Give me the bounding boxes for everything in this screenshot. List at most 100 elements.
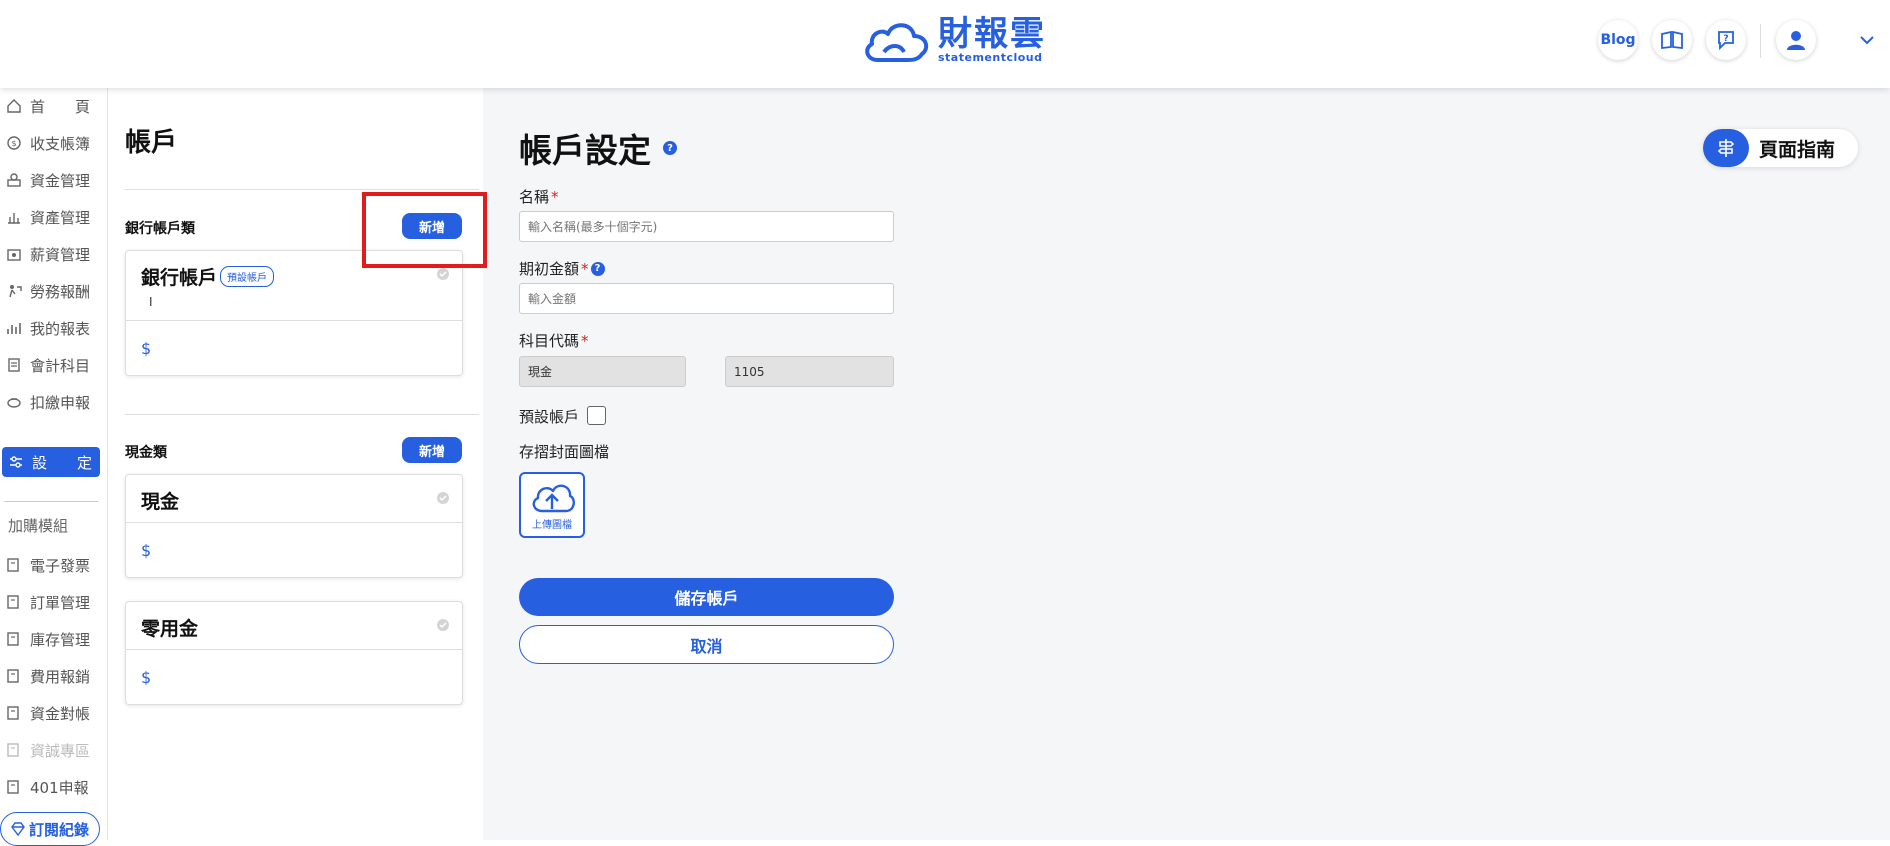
account-icon (0, 357, 22, 373)
subject-code-label: 科目代碼 * (519, 330, 589, 351)
sidebar-item-label: 費用報銷 (30, 667, 91, 686)
divider (125, 189, 479, 190)
sidebar-item-401[interactable]: 401申報 (0, 772, 100, 802)
header-divider (1760, 24, 1761, 58)
chevron-down-icon[interactable] (1857, 30, 1877, 50)
svg-text:$: $ (11, 139, 16, 148)
name-input[interactable] (519, 211, 894, 242)
module-icon (0, 594, 22, 610)
support-button[interactable]: ? (1706, 20, 1746, 60)
opening-balance-input[interactable] (519, 283, 894, 314)
sidebar-item-label: 我的報表 (30, 319, 91, 338)
account-name: 現金 (141, 491, 180, 513)
default-badge: 預設帳戶 (220, 266, 274, 287)
sidebar-item-label: 401申報 (30, 778, 89, 797)
module-icon (0, 631, 22, 647)
sidebar-item-label: 資金對帳 (30, 704, 91, 723)
sidebar-item-assets[interactable]: 資產管理 (0, 202, 100, 232)
book-icon (1661, 31, 1683, 49)
subject-code-field: 1105 (725, 356, 894, 387)
sidebar-item-labor[interactable]: 勞務報酬 (0, 276, 100, 306)
account-card-petty-cash[interactable]: 零用金 $ (125, 601, 463, 705)
name-label-text: 名稱 (519, 188, 550, 206)
sidebar-item-funds[interactable]: 資金管理 (0, 165, 100, 195)
sidebar-item-ledger[interactable]: $ 收支帳簿 (0, 128, 100, 158)
sidebar-item-label: 設 定 (32, 453, 93, 472)
sidebar-item-label: 薪資管理 (30, 245, 91, 264)
logo-main-text: 財報雲 (938, 14, 1046, 54)
module-icon (0, 742, 22, 758)
page-guide-button[interactable]: 頁面指南 (1703, 129, 1858, 167)
upload-image-button[interactable]: 上傳圖檔 (519, 472, 585, 538)
diamond-icon (11, 822, 25, 836)
account-card-cash[interactable]: 現金 $ (125, 474, 463, 578)
sidebar-item-label: 訂單管理 (30, 593, 91, 612)
sidebar-item-label: 勞務報酬 (30, 282, 91, 301)
module-icon (0, 668, 22, 684)
add-cash-account-button[interactable]: 新增 (402, 437, 462, 463)
cloud-logo-icon (865, 23, 929, 62)
subject-code-label-text: 科目代碼 (519, 332, 580, 350)
account-name: 銀行帳戶 (141, 267, 218, 289)
sidebar-item-label: 扣繳申報 (30, 393, 91, 412)
opening-balance-label-text: 期初金額 (519, 260, 580, 278)
subscription-label: 訂閱紀錄 (28, 820, 89, 839)
sidebar-item-label: 庫存管理 (30, 630, 91, 649)
addon-section-title: 加購模組 (8, 517, 69, 535)
account-name: 零用金 (141, 618, 199, 640)
sidebar-item-expense[interactable]: 費用報銷 (0, 661, 100, 691)
sidebar-item-orders[interactable]: 訂單管理 (0, 587, 100, 617)
user-icon (1787, 31, 1805, 50)
page-title-text: 帳戶設定 (519, 131, 651, 170)
save-account-button[interactable]: 儲存帳戶 (519, 578, 894, 616)
salary-icon (0, 246, 22, 262)
asset-icon (0, 209, 22, 225)
required-mark: * (581, 259, 589, 278)
subject-name-field: 現金 (519, 356, 686, 387)
settings-icon (2, 454, 24, 470)
sidebar-item-inventory[interactable]: 庫存管理 (0, 624, 100, 654)
sidebar-item-pwc[interactable]: 資誠專區 (0, 735, 100, 765)
accounts-title: 帳戶 (125, 128, 178, 158)
blog-button[interactable]: Blog (1598, 20, 1638, 60)
sidebar-item-settings[interactable]: 設 定 (2, 447, 100, 477)
module-icon (0, 779, 22, 795)
account-balance: $ (141, 540, 152, 560)
sidebar-item-salary[interactable]: 薪資管理 (0, 239, 100, 269)
account-balance: $ (141, 667, 152, 687)
sidebar-item-withholding[interactable]: 扣繳申報 (0, 387, 100, 417)
subscription-button[interactable]: 訂閱紀錄 (0, 812, 100, 846)
chat-help-icon: ? (1718, 31, 1734, 51)
module-icon (0, 705, 22, 721)
svg-text:?: ? (1723, 34, 1728, 44)
help-icon[interactable]: ? (590, 261, 605, 276)
tutorial-button[interactable] (1652, 20, 1692, 60)
sidebar-item-einvoice[interactable]: 電子發票 (0, 550, 100, 580)
sidebar-item-label: 資誠專區 (30, 741, 91, 760)
sidebar-item-reports[interactable]: 我的報表 (0, 313, 100, 343)
module-icon (0, 557, 22, 573)
page-title: 帳戶設定 ? (519, 124, 677, 172)
account-number: I (149, 295, 153, 309)
help-icon[interactable]: ? (663, 141, 677, 155)
user-avatar-button[interactable] (1776, 20, 1816, 60)
check-circle-icon (437, 619, 449, 631)
default-account-label: 預設帳戶 (519, 408, 580, 426)
cancel-button[interactable]: 取消 (519, 625, 894, 664)
sidebar-item-accounts[interactable]: 會計科目 (0, 350, 100, 380)
account-card-bank[interactable]: 銀行帳戶 預設帳戶 I $ (125, 250, 463, 376)
name-label: 名稱 * (519, 186, 559, 207)
logo[interactable]: 財報雲 statementcloud (860, 14, 1046, 66)
sidebar-item-label: 資金管理 (30, 171, 91, 190)
divider (125, 414, 479, 415)
sidebar-divider (4, 501, 98, 502)
sidebar-item-label: 收支帳簿 (30, 134, 91, 153)
group-label-bank: 銀行帳戶類 (125, 221, 195, 237)
default-account-checkbox[interactable] (587, 406, 606, 425)
sidebar-item-reconcile[interactable]: 資金對帳 (0, 698, 100, 728)
sidebar-item-home[interactable]: 首 頁 (0, 91, 100, 121)
highlight-box (362, 192, 487, 268)
sidebar-item-label: 資產管理 (30, 208, 91, 227)
cloud-upload-icon (532, 484, 575, 513)
labor-icon (0, 283, 22, 299)
